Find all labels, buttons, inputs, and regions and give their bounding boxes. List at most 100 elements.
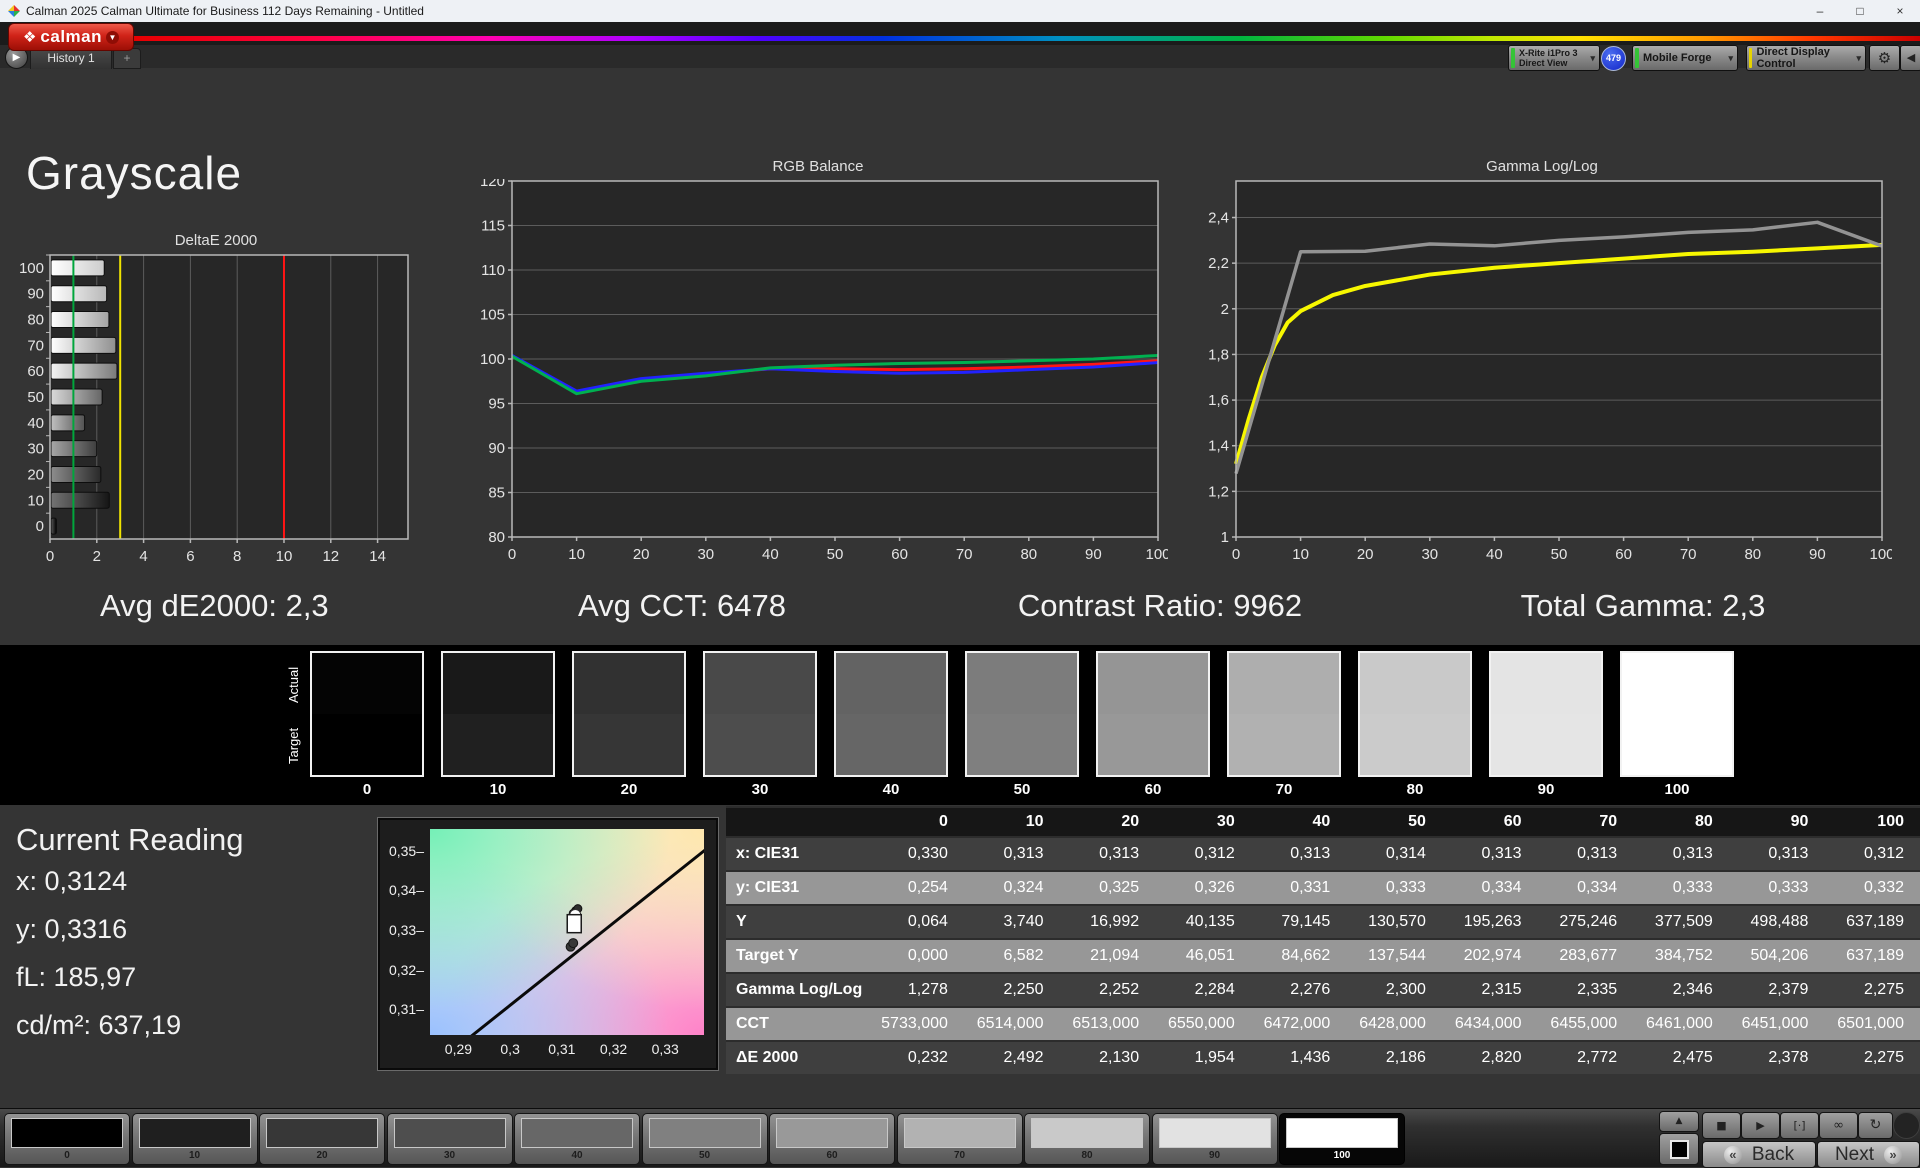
contrast-ratio-value: Contrast Ratio: 9962 [1018,588,1302,624]
patch-button-50[interactable]: 50 [642,1113,768,1165]
actual-color [574,653,684,714]
patch-color [776,1118,888,1148]
patch-button-20[interactable]: 20 [259,1113,385,1165]
pattern-options-up-button[interactable]: ▲ [1659,1111,1699,1132]
table-cell: 6514,000 [964,1007,1060,1041]
target-color [1622,714,1732,775]
table-cell: 498,488 [1729,905,1825,939]
table-cell: 0,314 [1346,837,1442,871]
patch-button-100[interactable]: 100 [1279,1113,1405,1165]
table-row-label: Gamma Log/Log [726,973,868,1007]
axis-tick: 30 [697,546,714,563]
cie-y-tick: 0,31– [389,1001,424,1017]
table-cell: 0,313 [964,837,1060,871]
axis-tick: 60 [891,546,908,563]
deltae-bar-20 [51,466,101,482]
patch-label: 0 [5,1150,129,1161]
target-color [1229,714,1339,775]
patch-color [1159,1118,1271,1148]
gray-swatch-0: 0 [310,651,424,798]
collapse-panel-button[interactable]: ◀ [1900,45,1920,71]
patch-label: 100 [1280,1150,1404,1161]
patch-color [394,1118,506,1148]
axis-tick: 2 [93,548,101,565]
target-color [836,714,946,775]
target-color [312,714,422,775]
table-row: y: CIE310,2540,3240,3250,3260,3310,3330,… [726,871,1920,905]
table-cell: 130,570 [1346,905,1442,939]
patch-button-70[interactable]: 70 [897,1113,1023,1165]
patch-color [139,1118,251,1148]
play-button[interactable]: ▶ [1741,1112,1780,1139]
minimize-icon[interactable]: – [1800,0,1840,22]
display-control-selector[interactable]: Direct Display Control ▾ [1746,45,1866,71]
patch-button-40[interactable]: 40 [514,1113,640,1165]
table-cell: 2,379 [1729,973,1825,1007]
actual-row-label: Actual [286,655,302,715]
table-cell: 2,378 [1729,1041,1825,1074]
infinity-icon: ∞ [1833,1118,1844,1133]
patch-label: 90 [1153,1150,1277,1161]
add-tab-button[interactable]: + [113,48,141,69]
table-cell: 6428,000 [1346,1007,1442,1041]
page-title: Grayscale [26,146,242,200]
source-name: Mobile Forge [1643,52,1711,64]
patch-button-90[interactable]: 90 [1152,1113,1278,1165]
table-cell: 504,206 [1729,939,1825,973]
source-selector[interactable]: Mobile Forge ▾ [1632,45,1738,71]
loop-button[interactable]: ↻ [1858,1112,1893,1139]
table-cell: 84,662 [1251,939,1347,973]
table-cell: 2,130 [1060,1041,1156,1074]
patch-button-0[interactable]: 0 [4,1113,130,1165]
reading-fl: fL: 185,97 [16,962,136,993]
actual-color [1491,653,1601,714]
grayscale-swatch-band: Actual Target 0102030405060708090100 [0,645,1920,805]
app-icon [8,5,20,17]
close-icon[interactable]: × [1880,0,1920,22]
next-button[interactable]: Next » [1817,1141,1920,1168]
table-cell: 79,145 [1251,905,1347,939]
table-cell: 6513,000 [1060,1007,1156,1041]
rgb_balance-plot: 8085909510010511011512001020304050607080… [468,179,1168,569]
axis-tick: 1,8 [1208,346,1229,363]
axis-tick: 0 [508,546,516,563]
table-cell: 0,330 [868,837,964,871]
table-cell: 0,312 [1824,837,1920,871]
pattern-window-button[interactable] [1659,1133,1699,1165]
gray-swatch-90: 90 [1489,651,1603,798]
maximize-icon[interactable]: □ [1840,0,1880,22]
stop-button[interactable]: ■ [1702,1112,1741,1139]
table-column-header: 0 [868,807,964,837]
axis-tick: 50 [27,389,44,406]
meter-selector[interactable]: X-Rite i1Pro 3 Direct View ▾ [1508,45,1600,71]
back-chevron-icon: « [1724,1146,1742,1164]
continuous-button[interactable]: ∞ [1819,1112,1858,1139]
pattern-range-button[interactable]: [·] [1780,1112,1819,1139]
meter-name: X-Rite i1Pro 3 [1519,48,1578,58]
patch-color [266,1118,378,1148]
axis-tick: 95 [488,396,505,413]
table-row: Gamma Log/Log1,2782,2502,2522,2842,2762,… [726,973,1920,1007]
swatch-level-label: 40 [834,781,948,798]
calman-menu-button[interactable]: ❖ calman ▼ [8,23,134,51]
axis-tick: 2 [1221,301,1229,318]
axis-tick: 1,6 [1208,392,1229,409]
back-button[interactable]: « Back [1702,1141,1816,1168]
cie-x-tick: 0,31 [544,1041,580,1057]
table-cell: 2,275 [1824,1041,1920,1074]
patch-button-10[interactable]: 10 [132,1113,258,1165]
patch-button-60[interactable]: 60 [769,1113,895,1165]
gray-swatch-70: 70 [1227,651,1341,798]
settings-button[interactable]: ⚙ [1869,45,1900,71]
gamma-chart: Gamma Log/Log 11,21,41,61,822,22,4010203… [1192,158,1892,569]
table-row-label: ΔE 2000 [726,1041,868,1074]
table-cell: 0,313 [1729,837,1825,871]
patch-button-80[interactable]: 80 [1024,1113,1150,1165]
target-color [1491,714,1601,775]
deltae-bar-50 [51,389,102,405]
table-cell: 283,677 [1538,939,1634,973]
axis-tick: 110 [481,262,505,279]
swatch-level-label: 10 [441,781,555,798]
patch-button-30[interactable]: 30 [387,1113,513,1165]
actual-color [1229,653,1339,714]
